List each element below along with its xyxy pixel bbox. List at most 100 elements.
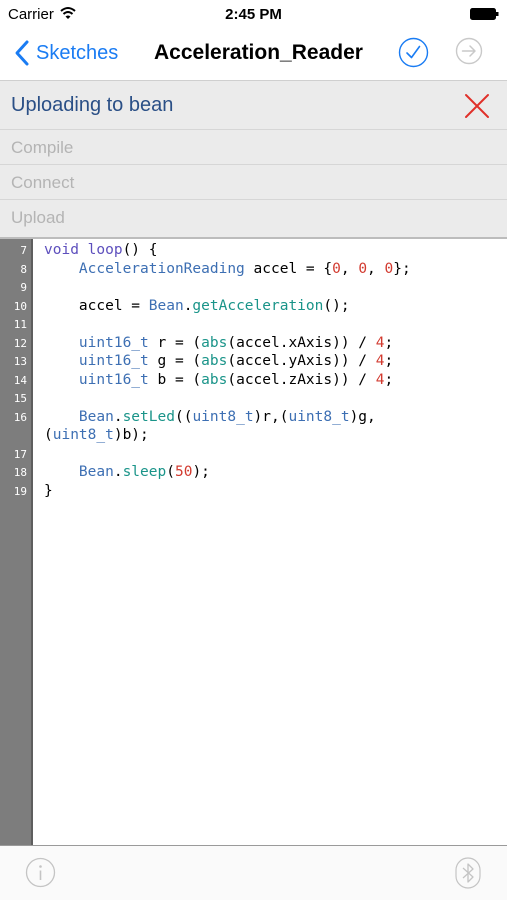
code-token: 0 — [358, 260, 368, 277]
code-editor[interactable]: 7 8 9 10 11 12 13 14 15 16 17 18 19 void loop() { Ac… — [0, 237, 507, 846]
status-time: 2:45 PM — [225, 6, 282, 23]
navigation-bar: Sketches Acceleration_Reader — [0, 28, 507, 78]
back-button-label: Sketches — [36, 41, 119, 64]
code-token: (accel.yAxis)) / — [227, 353, 376, 369]
upload-header: Uploading to bean — [0, 81, 507, 130]
code-token: uint8_t — [288, 408, 350, 425]
code-line: Bean.sleep(50); — [44, 463, 210, 481]
code-token: 4 — [375, 353, 385, 369]
code-token: Bean — [148, 297, 184, 314]
checkmark-circle-icon — [398, 37, 429, 68]
code-token: uint8_t — [52, 427, 114, 443]
battery-icon — [470, 8, 499, 20]
line-number: 9 — [20, 281, 27, 294]
code-token: )g, — [349, 408, 376, 425]
code-token: 4 — [375, 334, 385, 351]
info-icon — [25, 857, 56, 888]
upload-panel: Uploading to bean Compile Connect Upload — [0, 80, 507, 237]
code-token: (); — [323, 297, 350, 314]
code-token: AccelerationReading — [78, 260, 245, 277]
code-token: ; — [384, 371, 394, 388]
info-button[interactable] — [25, 857, 56, 888]
line-number: 13 — [13, 355, 27, 368]
arrow-right-circle-icon — [455, 37, 483, 65]
code-token: }; — [393, 260, 411, 277]
line-number: 10 — [13, 299, 27, 313]
code-token: accel = — [44, 297, 149, 314]
code-token: g = ( — [148, 353, 202, 369]
code-token: } — [44, 482, 53, 499]
back-button[interactable]: Sketches — [14, 38, 118, 68]
code-token: getAcceleration — [192, 297, 324, 314]
line-number: 14 — [13, 373, 27, 387]
bluetooth-icon — [455, 857, 481, 889]
code-line: (uint8_t)b); — [44, 426, 149, 444]
cancel-upload-button[interactable] — [464, 93, 490, 119]
page-title: Acceleration_Reader — [154, 41, 363, 64]
code-line: uint16_t b = (abs(accel.zAxis)) / 4; — [44, 371, 393, 389]
code-token: r = ( — [148, 334, 202, 351]
line-number: 17 — [13, 447, 27, 461]
upload-title: Uploading to bean — [11, 94, 174, 116]
code-token: 0 — [384, 260, 394, 277]
code-line: uint16_t g = (abs(accel.yAxis)) / 4; — [44, 352, 393, 370]
code-line: AccelerationReading accel = {0, 0, 0}; — [44, 260, 411, 278]
code-token: , — [367, 260, 385, 277]
line-number: 15 — [13, 392, 27, 405]
code-token: ); — [192, 464, 210, 480]
code-token: abs — [201, 371, 228, 388]
step-label: Connect — [11, 173, 75, 192]
code-line: void loop() { — [44, 241, 158, 259]
line-number: 18 — [13, 466, 27, 479]
code-token: setLed — [122, 408, 175, 425]
code-token: accel = { — [244, 260, 333, 277]
code-line: accel = Bean.getAcceleration(); — [44, 297, 350, 315]
code-token: Bean — [78, 464, 114, 480]
line-number: 8 — [20, 262, 27, 276]
code-line: } — [44, 482, 53, 500]
verify-button[interactable] — [398, 37, 429, 68]
code-token: )b); — [113, 427, 149, 443]
line-number: 12 — [13, 336, 27, 350]
code-token: Bean — [78, 408, 114, 425]
code-token: (( — [174, 408, 193, 425]
code-token: , — [340, 260, 359, 277]
code-token: abs — [201, 353, 228, 369]
code-token: uint8_t — [192, 408, 254, 425]
code-token: ; — [384, 353, 394, 369]
status-bar: Carrier 2:45 PM — [0, 0, 507, 28]
code-token: . — [113, 408, 123, 425]
upload-button[interactable] — [455, 37, 483, 65]
code-line: Bean.setLed((uint8_t)r,(uint8_t)g, — [44, 408, 376, 426]
line-number: 11 — [13, 318, 27, 331]
code-token: ( — [166, 464, 175, 480]
code-token: 0 — [332, 260, 341, 277]
bluetooth-button[interactable] — [455, 857, 481, 889]
code-line: uint16_t r = (abs(accel.xAxis)) / 4; — [44, 334, 393, 352]
line-number: 7 — [20, 244, 27, 257]
code-token: abs — [201, 334, 228, 351]
code-token: . — [113, 464, 123, 480]
code-token: )r,( — [253, 408, 289, 425]
code-token: uint16_t — [78, 334, 149, 351]
code-token: uint16_t — [78, 353, 149, 369]
code-token: 50 — [174, 464, 193, 480]
chevron-left-icon — [15, 40, 29, 66]
code-token: (accel.zAxis)) / — [227, 371, 376, 388]
code-token: loop — [87, 242, 123, 258]
code-token: ; — [384, 334, 394, 351]
step-label: Compile — [11, 138, 74, 157]
step-label: Upload — [11, 208, 65, 227]
close-icon — [465, 94, 489, 118]
code-token: b = ( — [148, 371, 202, 388]
code-token: void — [44, 242, 79, 258]
step-compile: Compile — [0, 130, 507, 165]
code-token: () { — [122, 242, 158, 258]
code-token: 4 — [375, 371, 385, 388]
code-token: sleep — [122, 464, 167, 480]
